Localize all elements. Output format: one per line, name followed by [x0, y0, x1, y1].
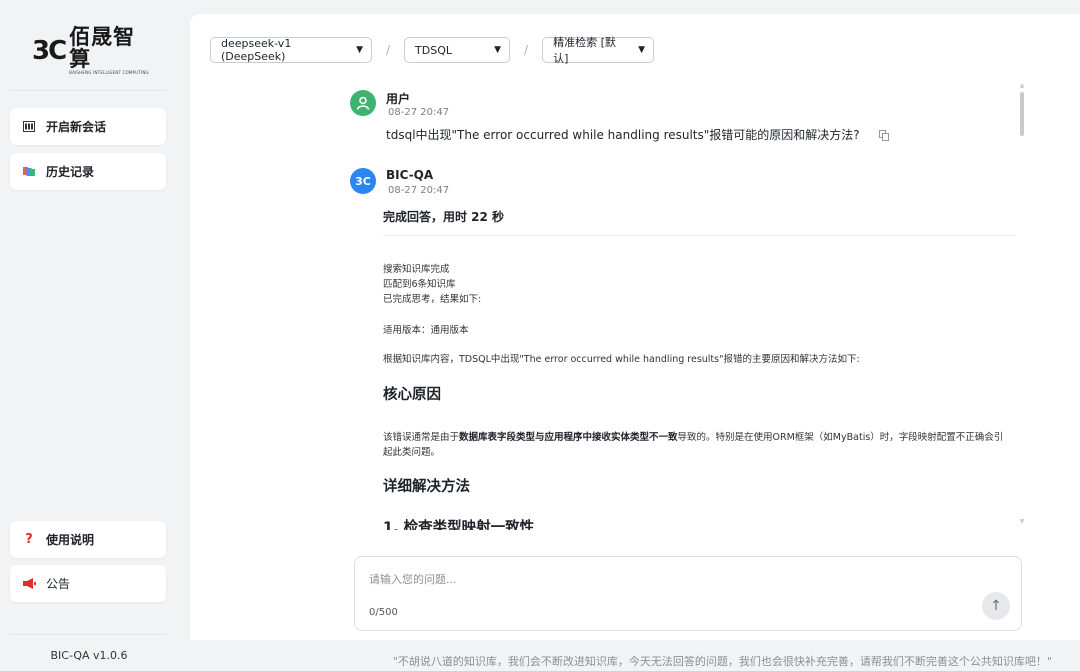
scroll-up-icon[interactable]: ▲ — [1019, 82, 1025, 89]
cause-paragraph: 该错误通常是由于数据库表字段类型与应用程序中接收实体类型不一致导致的。特别是在使… — [383, 432, 1004, 458]
step-line: 搜索知识库完成 — [383, 264, 450, 275]
question-text: tdsql中出现"The error occurred while handli… — [386, 128, 860, 142]
app-version: BIC-QA v1.0.6 — [50, 649, 128, 662]
toolbar: deepseek-v1 (DeepSeek) ▼ / TDSQL ▼ / 精准检… — [210, 36, 655, 65]
user-message: 用户 08-27 20:47 tdsql中出现"The error occurr… — [350, 90, 1020, 150]
main-panel: deepseek-v1 (DeepSeek) ▼ / TDSQL ▼ / 精准检… — [190, 14, 1080, 640]
char-counter: 0/500 — [369, 607, 398, 618]
model-select-value: deepseek-v1 (DeepSeek) — [221, 37, 292, 63]
model-select[interactable]: deepseek-v1 (DeepSeek) ▼ — [210, 37, 372, 63]
answer-status: 完成回答，用时 22 秒 — [383, 210, 505, 224]
new-chat-label: 开启新会话 — [46, 120, 107, 134]
scroll-thumb[interactable] — [1020, 92, 1024, 136]
help-icon: ? — [25, 532, 33, 547]
announcement-icon — [22, 577, 36, 591]
heading-step-1: 1. 检查类型映射一致性 — [383, 520, 535, 530]
scroll-down-icon[interactable]: ▼ — [1019, 518, 1025, 525]
history-icon — [22, 165, 36, 179]
search-mode-select[interactable]: 精准检索 [默认] ▼ — [542, 36, 655, 65]
answer-intro: 根据知识库内容，TDSQL中出现"The error occurred whil… — [383, 354, 860, 365]
footer-note: "不胡说八道的知识库，我们会不断改进知识库，今天无法回答的问题，我们也会很快补充… — [392, 655, 1052, 668]
database-select-value: TDSQL — [415, 43, 453, 57]
question-input-box[interactable]: 请输入您的问题... 0/500 ↑ — [354, 556, 1022, 631]
chevron-down-icon: ▼ — [494, 45, 502, 55]
chevron-down-icon: ▼ — [638, 45, 646, 55]
history-button[interactable]: 历史记录 — [10, 153, 166, 190]
new-chat-icon — [22, 120, 36, 134]
database-select[interactable]: TDSQL ▼ — [404, 37, 511, 63]
send-button[interactable]: ↑ — [982, 592, 1010, 620]
announcement-button[interactable]: 公告 — [10, 565, 166, 602]
question-input[interactable]: 请输入您的问题... — [369, 571, 457, 587]
heading-solution: 详细解决方法 — [383, 479, 470, 495]
divider — [10, 634, 166, 635]
message-time: 08-27 20:47 — [388, 107, 450, 118]
heading-cause: 核心原因 — [383, 387, 441, 403]
message-author: BIC-QA — [386, 168, 434, 182]
chevron-down-icon: ▼ — [356, 45, 363, 55]
bot-message: 3C BIC-QA 08-27 20:47 完成回答，用时 22 秒 搜索知识库… — [350, 168, 1020, 530]
new-chat-button[interactable]: 开启新会话 — [10, 108, 166, 145]
version-line: 适用版本：通用版本 — [383, 325, 469, 336]
copy-icon[interactable] — [879, 130, 890, 141]
step-line: 匹配到6条知识库 — [383, 279, 456, 290]
divider — [10, 90, 166, 91]
user-avatar — [350, 90, 376, 116]
brand-name: 佰晟智算 — [69, 25, 136, 71]
brand-name-en: BAISHENG INTELLIGENT COMPUTING — [69, 70, 149, 75]
brand-logo[interactable]: 3C 佰晟智算 BAISHENG INTELLIGENT COMPUTING — [32, 26, 152, 75]
arrow-up-icon: ↑ — [990, 598, 1002, 614]
breadcrumb-separator: / — [524, 43, 529, 57]
message-text: tdsql中出现"The error occurred while handli… — [386, 126, 890, 143]
message-author: 用户 — [386, 92, 411, 106]
announcement-label: 公告 — [46, 577, 71, 591]
search-mode-value: 精准检索 [默认] — [553, 36, 616, 65]
chat-messages[interactable]: 用户 08-27 20:47 tdsql中出现"The error occurr… — [350, 90, 1020, 530]
divider — [383, 235, 1015, 236]
bot-avatar: 3C — [350, 168, 376, 194]
history-label: 历史记录 — [46, 165, 95, 179]
cause-highlight: 数据库表字段类型与应用程序中接收实体类型不一致 — [459, 432, 678, 443]
chat-scrollbar[interactable]: ▲ ▼ — [1019, 82, 1025, 526]
user-icon — [356, 96, 370, 110]
help-label: 使用说明 — [46, 533, 95, 547]
step-line: 已完成思考，结果如下: — [383, 294, 482, 305]
breadcrumb-separator: / — [386, 43, 391, 57]
logo-mark: 3C — [32, 36, 67, 66]
message-time: 08-27 20:47 — [388, 185, 450, 196]
sidebar: 3C 佰晟智算 BAISHENG INTELLIGENT COMPUTING 开… — [0, 0, 178, 671]
help-button[interactable]: ? 使用说明 — [10, 521, 166, 558]
